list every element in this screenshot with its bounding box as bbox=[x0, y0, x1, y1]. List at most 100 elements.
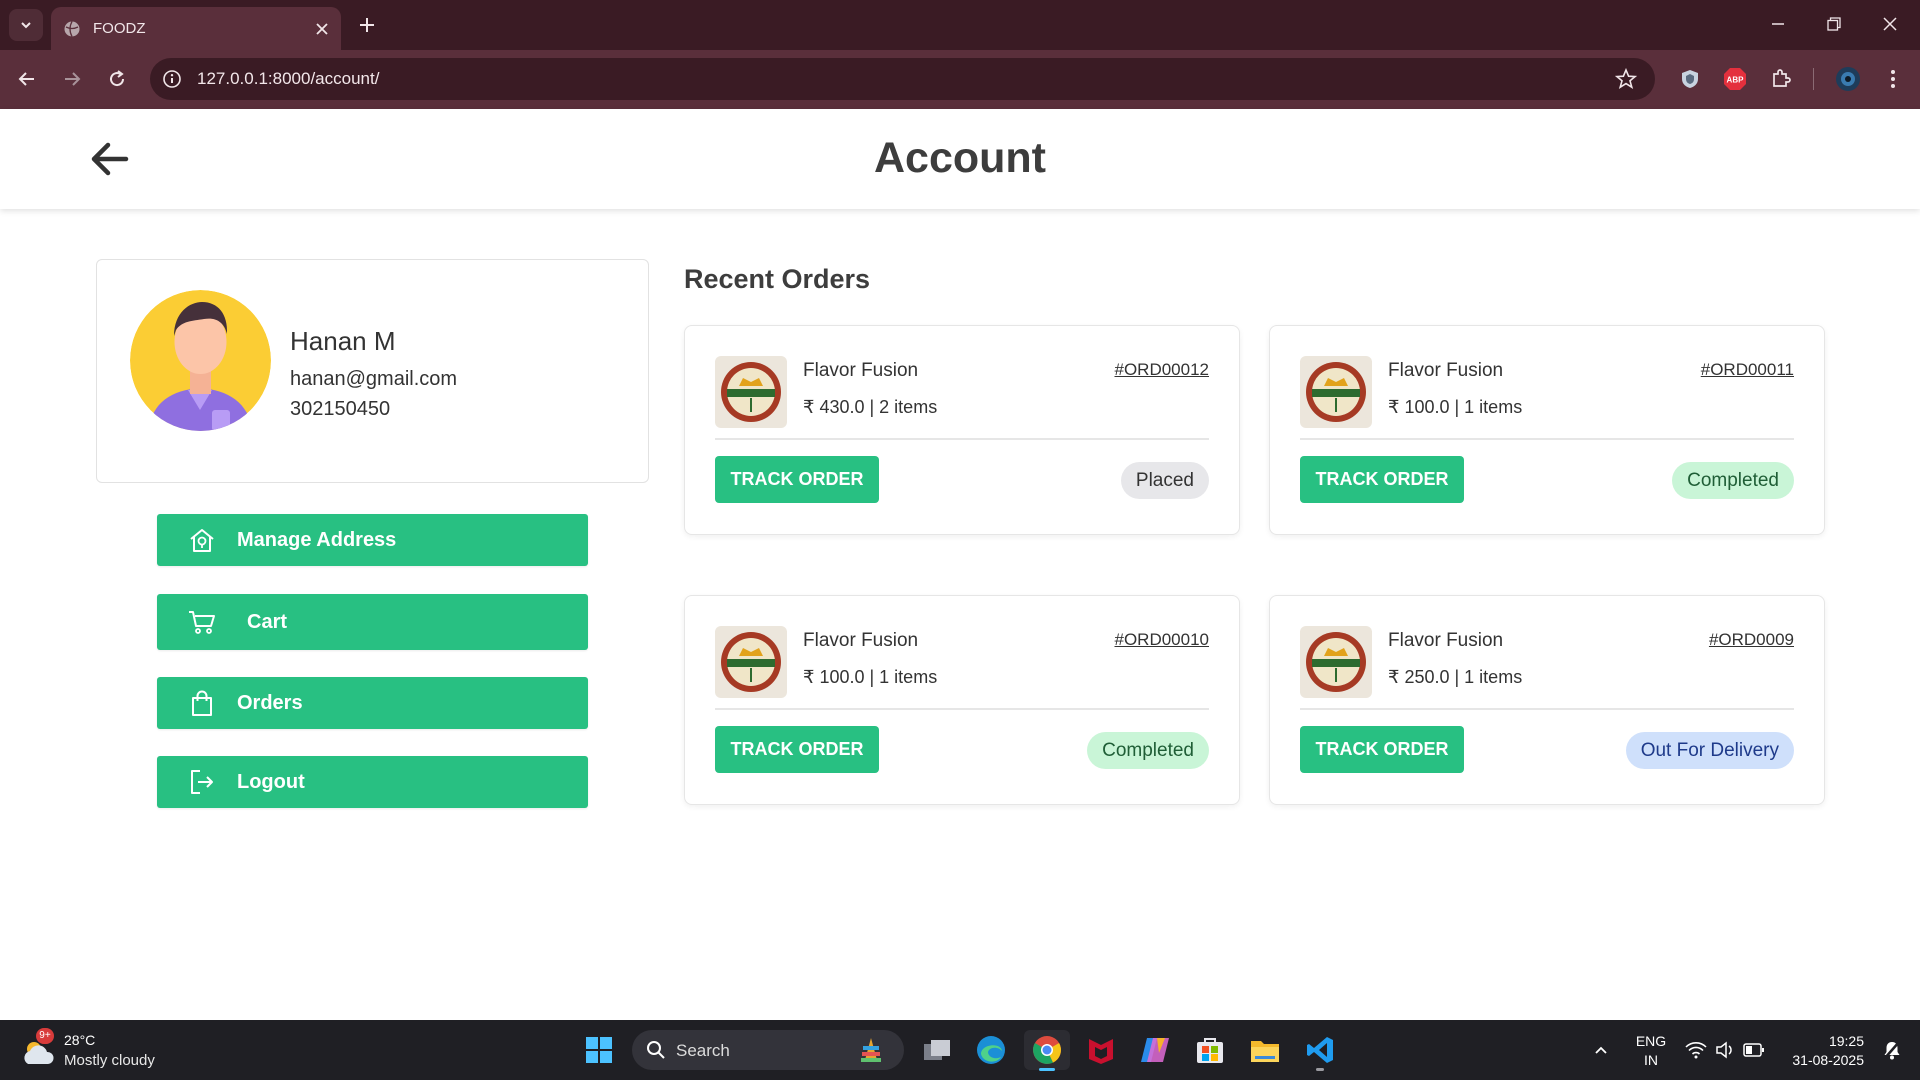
restore-button[interactable] bbox=[1806, 0, 1862, 48]
browser-toolbar: 127.0.0.1:8000/account/ ABP bbox=[0, 50, 1920, 109]
close-icon[interactable] bbox=[315, 22, 329, 36]
divider bbox=[1300, 438, 1794, 440]
flavor-fusion-logo-icon bbox=[721, 632, 781, 692]
manage-address-button[interactable]: Manage Address bbox=[157, 514, 588, 566]
running-indicator bbox=[1316, 1068, 1324, 1071]
order-id-link[interactable]: #ORD00010 bbox=[1114, 630, 1209, 650]
browser-tab-bar: FOODZ bbox=[0, 0, 1920, 50]
search-highlight-icon bbox=[861, 1038, 881, 1062]
restaurant-logo bbox=[1300, 626, 1372, 698]
user-email: hanan@gmail.com bbox=[290, 368, 458, 390]
clock[interactable]: 19:25 31-08-2025 bbox=[1782, 1032, 1864, 1070]
avatar bbox=[130, 290, 271, 431]
divider bbox=[715, 438, 1209, 440]
cart-label: Cart bbox=[247, 610, 288, 633]
cart-button[interactable]: Cart bbox=[157, 594, 588, 650]
minimize-button[interactable] bbox=[1750, 0, 1806, 48]
windows-icon bbox=[586, 1037, 612, 1063]
reload-button[interactable] bbox=[102, 64, 132, 94]
restaurant-name: Flavor Fusion bbox=[1388, 360, 1504, 381]
show-hidden-icons-button[interactable] bbox=[1583, 1030, 1619, 1070]
orders-button[interactable]: Orders bbox=[157, 677, 588, 729]
region-code: IN bbox=[1644, 1052, 1658, 1068]
notifications-button[interactable] bbox=[1874, 1030, 1910, 1070]
star-icon[interactable] bbox=[1615, 68, 1637, 90]
track-order-button[interactable]: TRACK ORDER bbox=[715, 726, 879, 773]
copilot-icon bbox=[1141, 1038, 1169, 1062]
vscode-app[interactable] bbox=[1300, 1030, 1340, 1071]
browser-tab[interactable]: FOODZ bbox=[51, 7, 341, 50]
store-app[interactable] bbox=[1190, 1030, 1230, 1070]
task-view-icon bbox=[924, 1040, 950, 1060]
page-title: Account bbox=[874, 134, 1046, 182]
restaurant-name: Flavor Fusion bbox=[1388, 630, 1504, 651]
mcafee-icon bbox=[1089, 1039, 1113, 1064]
avatar-icon bbox=[1836, 67, 1860, 91]
copilot-app[interactable] bbox=[1135, 1030, 1175, 1070]
chevron-up-icon bbox=[1595, 1046, 1607, 1054]
shopping-bag-icon bbox=[187, 688, 217, 718]
track-order-button[interactable]: TRACK ORDER bbox=[1300, 726, 1464, 773]
adblock-extension[interactable]: ABP bbox=[1721, 65, 1749, 93]
track-order-button[interactable]: TRACK ORDER bbox=[715, 456, 879, 503]
address-bar[interactable]: 127.0.0.1:8000/account/ bbox=[150, 58, 1655, 100]
plus-icon bbox=[360, 18, 374, 32]
start-button[interactable] bbox=[579, 1030, 619, 1070]
lang-code: ENG bbox=[1635, 1033, 1667, 1049]
restore-icon bbox=[1827, 17, 1841, 31]
puzzle-icon bbox=[1773, 69, 1791, 87]
mcafee-app[interactable] bbox=[1081, 1030, 1121, 1070]
logout-icon bbox=[187, 767, 217, 797]
order-id-link[interactable]: #ORD00012 bbox=[1114, 360, 1209, 380]
edge-app[interactable] bbox=[971, 1030, 1011, 1070]
divider bbox=[1300, 708, 1794, 710]
language-indicator[interactable]: ENG IN bbox=[1630, 1032, 1672, 1070]
back-button[interactable] bbox=[12, 64, 42, 94]
order-id-link[interactable]: #ORD0009 bbox=[1709, 630, 1794, 650]
orders-label: Orders bbox=[237, 691, 303, 714]
vscode-icon bbox=[1307, 1037, 1333, 1063]
folder-icon bbox=[1251, 1041, 1279, 1062]
profile-avatar-button[interactable] bbox=[1834, 65, 1862, 93]
close-window-button[interactable] bbox=[1862, 0, 1918, 48]
manage-address-label: Manage Address bbox=[237, 528, 397, 551]
info-icon[interactable] bbox=[162, 69, 182, 89]
minimize-icon bbox=[1772, 23, 1784, 25]
clock-date: 31-08-2025 bbox=[1792, 1052, 1864, 1068]
task-view-button[interactable] bbox=[917, 1030, 957, 1070]
logout-button[interactable]: Logout bbox=[157, 756, 588, 808]
chrome-app[interactable] bbox=[1024, 1030, 1070, 1071]
file-explorer-app[interactable] bbox=[1245, 1030, 1285, 1070]
new-tab-button[interactable] bbox=[354, 12, 380, 38]
order-meta: ₹ 100.0 | 1 items bbox=[1388, 397, 1523, 417]
order-card: Flavor Fusion ₹ 430.0 | 2 items #ORD0001… bbox=[684, 325, 1240, 535]
cart-icon bbox=[187, 607, 217, 637]
extensions-button[interactable] bbox=[1767, 65, 1795, 93]
system-tray-status[interactable] bbox=[1683, 1030, 1767, 1070]
taskbar-search[interactable]: Search bbox=[632, 1030, 904, 1070]
shield-icon bbox=[1682, 70, 1698, 88]
browser-menu-button[interactable] bbox=[1879, 65, 1907, 93]
shield-extension[interactable] bbox=[1676, 65, 1704, 93]
restaurant-name: Flavor Fusion bbox=[803, 630, 919, 651]
weather-widget[interactable]: 9+ 28°C Mostly cloudy bbox=[20, 1028, 200, 1072]
profile-card: Hanan M hanan@gmail.com 302150450 bbox=[96, 259, 649, 483]
search-label: Search bbox=[676, 1041, 730, 1060]
tab-search-button[interactable] bbox=[9, 9, 43, 41]
battery-icon bbox=[1743, 1043, 1764, 1057]
forward-button[interactable] bbox=[57, 64, 87, 94]
user-phone: 302150450 bbox=[290, 398, 391, 420]
order-meta: ₹ 430.0 | 2 items bbox=[803, 397, 938, 417]
close-icon bbox=[1883, 17, 1897, 31]
order-id-link[interactable]: #ORD00011 bbox=[1701, 360, 1794, 380]
order-meta: ₹ 250.0 | 1 items bbox=[1388, 667, 1523, 687]
edge-icon bbox=[977, 1036, 1005, 1064]
track-order-button[interactable]: TRACK ORDER bbox=[1300, 456, 1464, 503]
url-text: 127.0.0.1:8000/account/ bbox=[197, 69, 380, 88]
volume-icon bbox=[1716, 1041, 1732, 1059]
abp-icon: ABP bbox=[1724, 68, 1746, 90]
weather-temp: 28°C bbox=[64, 1032, 96, 1048]
globe-icon bbox=[64, 20, 80, 37]
reload-icon bbox=[110, 70, 125, 87]
toolbar-divider bbox=[1813, 68, 1814, 90]
